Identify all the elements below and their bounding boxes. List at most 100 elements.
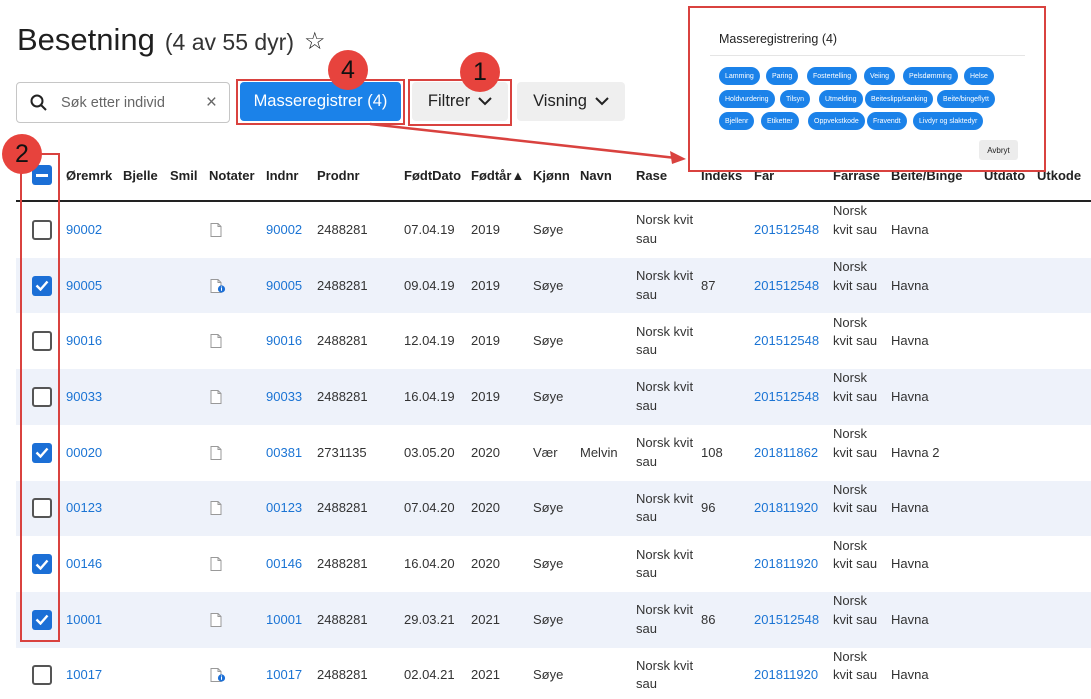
father-breed-cell: Norsk kvit sau bbox=[833, 593, 878, 627]
mass-action-chip[interactable]: Pelsdømming bbox=[903, 67, 958, 85]
ear-tag-link[interactable]: 00146 bbox=[66, 556, 102, 571]
sex-cell: Søye bbox=[533, 388, 564, 404]
search-input[interactable]: Søk etter individ × bbox=[16, 82, 230, 123]
father-link[interactable]: 201512548 bbox=[754, 333, 819, 348]
mass-action-chip[interactable]: Etiketter bbox=[761, 112, 799, 130]
note-icon[interactable] bbox=[210, 501, 222, 516]
note-icon[interactable] bbox=[210, 222, 222, 237]
annotation-badge: 1 bbox=[460, 52, 500, 92]
mass-action-chip[interactable]: Fostertelling bbox=[807, 67, 858, 85]
father-breed-cell: Norsk kvit sau bbox=[833, 648, 878, 683]
column-header[interactable]: Fødtår▲ bbox=[471, 168, 524, 183]
birth-year-cell: 2019 bbox=[471, 221, 500, 237]
column-header[interactable]: Prodnr bbox=[317, 168, 360, 183]
mass-action-chip[interactable]: Fravendt bbox=[867, 112, 907, 130]
birth-date-cell: 16.04.20 bbox=[404, 556, 455, 572]
father-link[interactable]: 201512548 bbox=[754, 612, 819, 627]
mass-action-chip[interactable]: Tilsyn bbox=[780, 90, 811, 108]
prodnr-cell: 2488281 bbox=[317, 500, 368, 516]
ear-tag-link[interactable]: 00020 bbox=[66, 445, 102, 460]
index-cell: 108 bbox=[701, 444, 723, 460]
column-header[interactable]: Indnr bbox=[266, 168, 299, 183]
column-header[interactable]: Kjønn bbox=[533, 168, 570, 183]
ear-tag-link[interactable]: 00123 bbox=[66, 500, 102, 515]
note-info-icon[interactable] bbox=[210, 668, 226, 683]
ear-tag-link[interactable]: 90005 bbox=[66, 278, 102, 293]
indnr-link[interactable]: 90005 bbox=[266, 278, 302, 293]
pasture-cell: Havna bbox=[891, 277, 929, 293]
note-icon[interactable] bbox=[210, 557, 222, 572]
indnr-link[interactable]: 00146 bbox=[266, 556, 302, 571]
mass-action-chip[interactable]: Paring bbox=[766, 67, 799, 85]
indnr-link[interactable]: 00123 bbox=[266, 500, 302, 515]
note-icon[interactable] bbox=[210, 334, 222, 349]
column-header[interactable]: FødtDato bbox=[404, 168, 461, 183]
name-cell: Melvin bbox=[580, 444, 618, 460]
ear-tag-link[interactable]: 90033 bbox=[66, 389, 102, 404]
column-header[interactable]: Navn bbox=[580, 168, 612, 183]
mass-action-chip[interactable]: Beite/bingeflytt bbox=[937, 90, 995, 108]
mass-action-chip[interactable]: Bjellenr bbox=[719, 112, 755, 130]
mass-action-chip[interactable]: Oppvekstkode bbox=[808, 112, 865, 130]
birth-date-cell: 02.04.21 bbox=[404, 667, 455, 683]
view-button[interactable]: Visning bbox=[517, 82, 625, 121]
column-header[interactable]: Bjelle bbox=[123, 168, 158, 183]
father-breed-cell: Norsk kvit sau bbox=[833, 314, 878, 349]
father-link[interactable]: 201811920 bbox=[754, 500, 818, 515]
annotation-badge: 2 bbox=[2, 134, 42, 174]
father-link[interactable]: 201811920 bbox=[754, 667, 818, 682]
indnr-link[interactable]: 90033 bbox=[266, 389, 302, 404]
indnr-link[interactable]: 90016 bbox=[266, 333, 302, 348]
indnr-link[interactable]: 00381 bbox=[266, 445, 302, 460]
breed-cell: Norsk kvit sau bbox=[636, 212, 694, 246]
close-icon[interactable]: × bbox=[206, 92, 217, 114]
column-header[interactable]: Notater bbox=[209, 168, 255, 183]
note-icon[interactable] bbox=[210, 445, 222, 460]
indnr-link[interactable]: 10017 bbox=[266, 667, 302, 682]
note-info-icon[interactable] bbox=[210, 278, 226, 293]
father-link[interactable]: 201811862 bbox=[754, 445, 818, 460]
ear-tag-link[interactable]: 90016 bbox=[66, 333, 102, 348]
column-header[interactable]: Øremrk bbox=[66, 168, 112, 183]
mass-action-chip[interactable]: Utmelding bbox=[819, 90, 863, 108]
indnr-link[interactable]: 10001 bbox=[266, 612, 302, 627]
indnr-link[interactable]: 90002 bbox=[266, 222, 302, 237]
father-breed-cell: Norsk kvit sau bbox=[833, 426, 878, 460]
prodnr-cell: 2488281 bbox=[317, 333, 368, 349]
prodnr-cell: 2488281 bbox=[317, 221, 368, 237]
note-icon[interactable] bbox=[210, 612, 222, 627]
star-icon[interactable]: ☆ bbox=[304, 27, 326, 56]
birth-year-cell: 2019 bbox=[471, 333, 500, 349]
mass-action-chip[interactable]: Beiteslipp/sanking bbox=[865, 90, 934, 108]
sex-cell: Vær bbox=[533, 444, 558, 460]
row-checkbox[interactable] bbox=[32, 665, 52, 686]
pasture-cell: Havna bbox=[891, 611, 929, 627]
index-cell: 86 bbox=[701, 611, 716, 627]
pasture-cell: Havna 2 bbox=[891, 444, 940, 460]
father-breed-cell: Norsk kvit sau bbox=[833, 259, 878, 293]
mass-action-chip[interactable]: Veiing bbox=[864, 67, 896, 85]
father-link[interactable]: 201512548 bbox=[754, 222, 819, 237]
sex-cell: Søye bbox=[533, 556, 564, 572]
column-header[interactable]: Smil bbox=[170, 168, 197, 183]
popup-title: Masseregistrering (4) bbox=[719, 32, 838, 46]
mass-action-chip[interactable]: Holdvurdering bbox=[719, 90, 775, 108]
column-header[interactable]: Rase bbox=[636, 168, 667, 183]
note-icon[interactable] bbox=[210, 389, 222, 404]
mass-action-chip[interactable]: Livdyr og slaktedyr bbox=[913, 112, 984, 130]
cancel-button[interactable]: Avbryt bbox=[979, 140, 1018, 160]
father-link[interactable]: 201512548 bbox=[754, 389, 819, 404]
mass-action-chip[interactable]: Lamming bbox=[719, 67, 760, 85]
mass-action-chip[interactable]: Helse bbox=[964, 67, 994, 85]
ear-tag-link[interactable]: 10001 bbox=[66, 612, 102, 627]
prodnr-cell: 2488281 bbox=[317, 388, 368, 404]
father-link[interactable]: 201811920 bbox=[754, 556, 818, 571]
father-link[interactable]: 201512548 bbox=[754, 278, 819, 293]
search-icon bbox=[30, 94, 47, 111]
view-label: Visning bbox=[533, 92, 587, 110]
ear-tag-link[interactable]: 90002 bbox=[66, 222, 102, 237]
page-title: Besetning bbox=[17, 22, 155, 57]
ear-tag-link[interactable]: 10017 bbox=[66, 667, 102, 682]
birth-year-cell: 2021 bbox=[471, 611, 500, 627]
pasture-cell: Havna bbox=[891, 388, 929, 404]
